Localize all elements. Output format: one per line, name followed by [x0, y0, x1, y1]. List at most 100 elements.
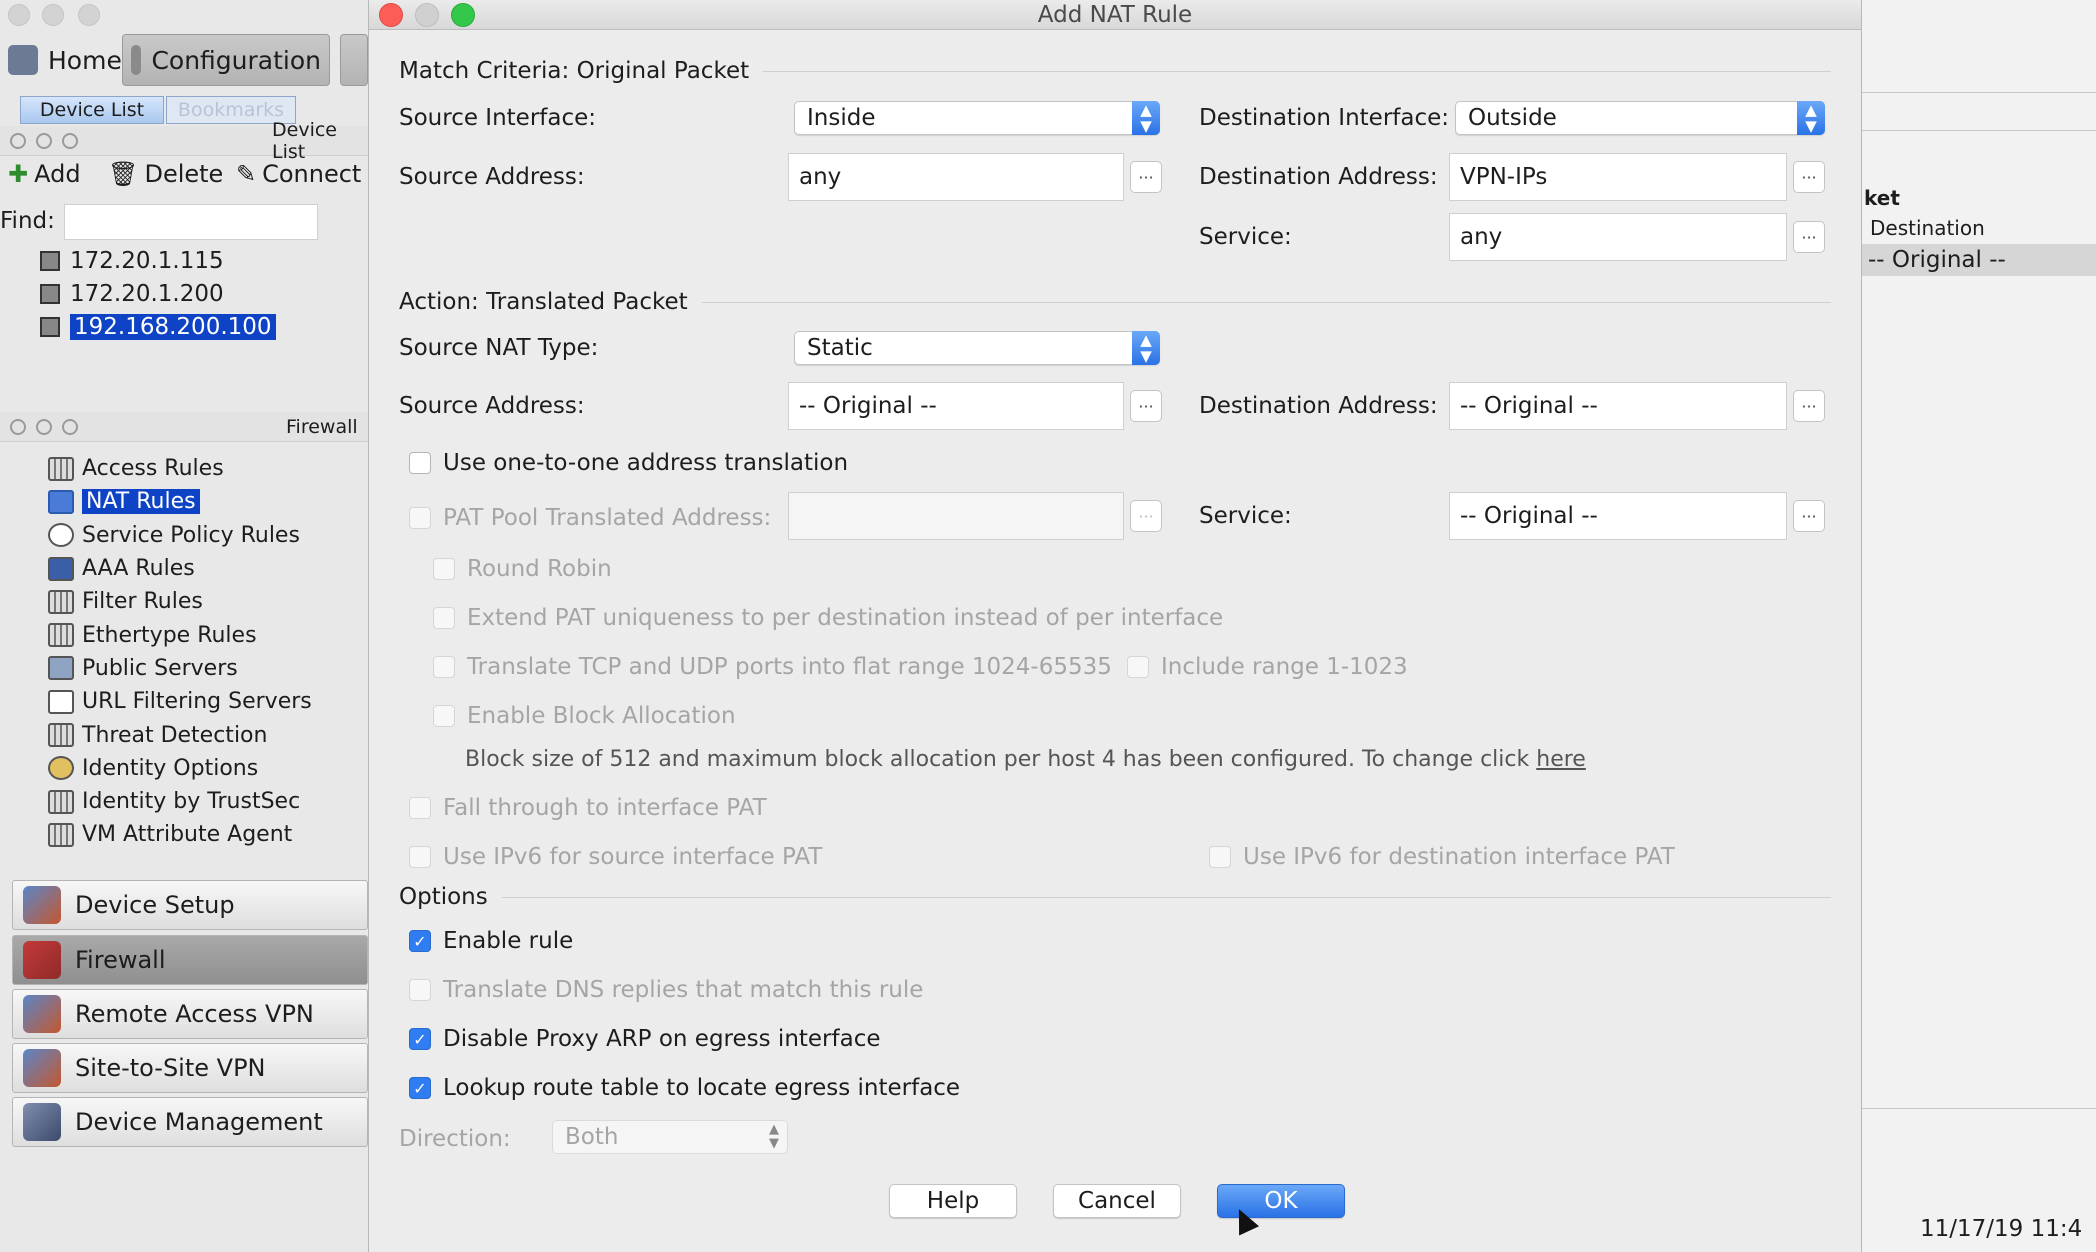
source-nat-type-select[interactable]: Static ▲ ▼: [794, 331, 1160, 365]
firewall-item-filter-rules[interactable]: Filter Rules: [48, 585, 312, 618]
url-icon: [48, 689, 74, 714]
disable-proxy-arp-checkbox[interactable]: ✓ Disable Proxy ARP on egress interface: [409, 1026, 881, 1052]
nav-remote-access-vpn[interactable]: Remote Access VPN: [12, 989, 368, 1039]
pat-pool-browse-button[interactable]: ···: [1130, 500, 1162, 532]
destination-interface-select[interactable]: Outside ▲ ▼: [1455, 101, 1825, 135]
nav-label: Firewall: [75, 946, 166, 974]
vm-icon: [48, 822, 74, 847]
firewall-item-ethertype-rules[interactable]: Ethertype Rules: [48, 618, 312, 651]
cancel-button[interactable]: Cancel: [1053, 1184, 1181, 1218]
main-minimize-button[interactable]: [42, 4, 64, 26]
nav-label: Remote Access VPN: [75, 1000, 314, 1028]
include-range-checkbox[interactable]: Include range 1-1023: [1127, 654, 1408, 680]
find-input[interactable]: [64, 204, 318, 240]
translated-service-field[interactable]: -- Original --: [1449, 492, 1787, 540]
firewall-item-label: AAA Rules: [82, 556, 195, 582]
main-zoom-button[interactable]: [78, 4, 100, 26]
round-robin-checkbox[interactable]: Round Robin: [433, 556, 612, 582]
magnifier-icon: [48, 523, 74, 548]
direction-select[interactable]: Both ▲ ▼: [552, 1120, 788, 1154]
fall-through-label: Fall through to interface PAT: [443, 795, 767, 821]
status-time: 11/17/19 11:4: [1920, 1216, 2083, 1242]
firewall-item-identity-by-trustsec[interactable]: Identity by TrustSec: [48, 785, 312, 818]
source-nat-type-value: Static: [807, 335, 873, 361]
home-button[interactable]: Home: [0, 34, 130, 86]
delete-device-button[interactable]: 🗑 Delete: [108, 160, 223, 188]
nav-firewall[interactable]: Firewall: [12, 935, 368, 985]
firewall-item-aaa-rules[interactable]: AAA Rules: [48, 552, 312, 585]
translate-ports-checkbox[interactable]: Translate TCP and UDP ports into flat ra…: [433, 654, 1112, 680]
firewall-item-url-filtering-servers[interactable]: URL Filtering Servers: [48, 685, 312, 718]
pat-pool-checkbox[interactable]: PAT Pool Translated Address:: [409, 505, 771, 531]
server-icon: [40, 317, 60, 337]
nat-icon: [48, 489, 74, 514]
help-button[interactable]: Help: [889, 1184, 1017, 1218]
checkbox-box: [409, 797, 431, 819]
device-item[interactable]: 172.20.1.200: [40, 281, 224, 307]
main-close-button[interactable]: [8, 4, 30, 26]
nav-device-management[interactable]: Device Management: [12, 1097, 368, 1147]
source-interface-select[interactable]: Inside ▲ ▼: [794, 101, 1160, 135]
right-panel-header: ket: [1864, 186, 1900, 210]
translated-service-browse-button[interactable]: ···: [1793, 500, 1825, 532]
translated-destination-address-field[interactable]: -- Original --: [1449, 382, 1787, 430]
firewall-item-threat-detection[interactable]: Threat Detection: [48, 718, 312, 751]
monitoring-button[interactable]: [340, 34, 368, 86]
firewall-tree: Access Rules NAT Rules Service Policy Ru…: [48, 452, 312, 852]
block-note-link[interactable]: here: [1536, 747, 1586, 772]
pat-pool-field[interactable]: [788, 492, 1124, 540]
destination-address-browse-button[interactable]: ···: [1793, 161, 1825, 193]
destination-address-field[interactable]: VPN-IPs: [1449, 153, 1787, 201]
ipv6-destination-label: Use IPv6 for destination interface PAT: [1243, 844, 1675, 870]
block-allocation-checkbox[interactable]: Enable Block Allocation: [433, 703, 736, 729]
filter-icon: [48, 589, 74, 614]
connect-device-button[interactable]: ✎ Connect: [236, 160, 361, 188]
ipv6-source-checkbox[interactable]: Use IPv6 for source interface PAT: [409, 844, 822, 870]
service-field[interactable]: any: [1449, 213, 1787, 261]
firewall-item-label: Ethertype Rules: [82, 622, 257, 648]
one-to-one-checkbox[interactable]: Use one-to-one address translation: [409, 450, 848, 476]
bookmarks-tab-label: Bookmarks: [177, 99, 285, 121]
add-device-button[interactable]: ✚ Add: [8, 160, 81, 188]
source-address-field[interactable]: any: [788, 153, 1124, 201]
source-address-browse-button[interactable]: ···: [1130, 161, 1162, 193]
device-item-selected[interactable]: 192.168.200.100: [40, 314, 276, 340]
translated-destination-address-browse-button[interactable]: ···: [1793, 390, 1825, 422]
ipv6-destination-checkbox[interactable]: Use IPv6 for destination interface PAT: [1209, 844, 1675, 870]
firewall-item-label: URL Filtering Servers: [82, 689, 312, 715]
firewall-item-public-servers[interactable]: Public Servers: [48, 652, 312, 685]
extend-pat-checkbox[interactable]: Extend PAT uniqueness to per destination…: [433, 605, 1223, 631]
source-address-label: Source Address:: [399, 164, 585, 190]
firewall-item-service-policy-rules[interactable]: Service Policy Rules: [48, 519, 312, 552]
firewall-item-access-rules[interactable]: Access Rules: [48, 452, 312, 485]
firewall-item-identity-options[interactable]: Identity Options: [48, 752, 312, 785]
nav-device-setup[interactable]: Device Setup: [12, 880, 368, 930]
source-interface-label: Source Interface:: [399, 105, 597, 131]
translate-dns-checkbox[interactable]: Translate DNS replies that match this ru…: [409, 977, 923, 1003]
configuration-button[interactable]: Configuration: [122, 34, 330, 86]
device-item[interactable]: 172.20.1.115: [40, 248, 224, 274]
device-list-tab-label: Device List: [39, 99, 145, 121]
fall-through-checkbox[interactable]: Fall through to interface PAT: [409, 795, 767, 821]
server-icon: [48, 656, 74, 681]
site-vpn-icon: [23, 1049, 61, 1087]
translated-source-address-browse-button[interactable]: ···: [1130, 390, 1162, 422]
nav-label: Device Management: [75, 1108, 323, 1136]
checkbox-box: [433, 558, 455, 580]
checkbox-box: [409, 979, 431, 1001]
destination-cell[interactable]: -- Original --: [1862, 244, 2096, 276]
translated-source-address-value: -- Original --: [799, 393, 937, 419]
translated-service-label: Service:: [1199, 503, 1292, 529]
firewall-item-nat-rules[interactable]: NAT Rules: [48, 485, 312, 518]
service-browse-button[interactable]: ···: [1793, 221, 1825, 253]
firewall-item-vm-attribute-agent[interactable]: VM Attribute Agent: [48, 818, 312, 851]
device-list-panel-title: Device List: [272, 118, 337, 163]
find-label: Find:: [0, 208, 55, 234]
firewall-panel-title: Firewall: [286, 415, 358, 438]
enable-rule-checkbox[interactable]: ✓ Enable rule: [409, 928, 573, 954]
device-list-tab[interactable]: Device List: [20, 96, 164, 124]
translated-source-address-field[interactable]: -- Original --: [788, 382, 1124, 430]
nav-site-to-site-vpn[interactable]: Site-to-Site VPN: [12, 1043, 368, 1093]
lookup-route-checkbox[interactable]: ✓ Lookup route table to locate egress in…: [409, 1075, 960, 1101]
lookup-route-label: Lookup route table to locate egress inte…: [443, 1075, 961, 1101]
